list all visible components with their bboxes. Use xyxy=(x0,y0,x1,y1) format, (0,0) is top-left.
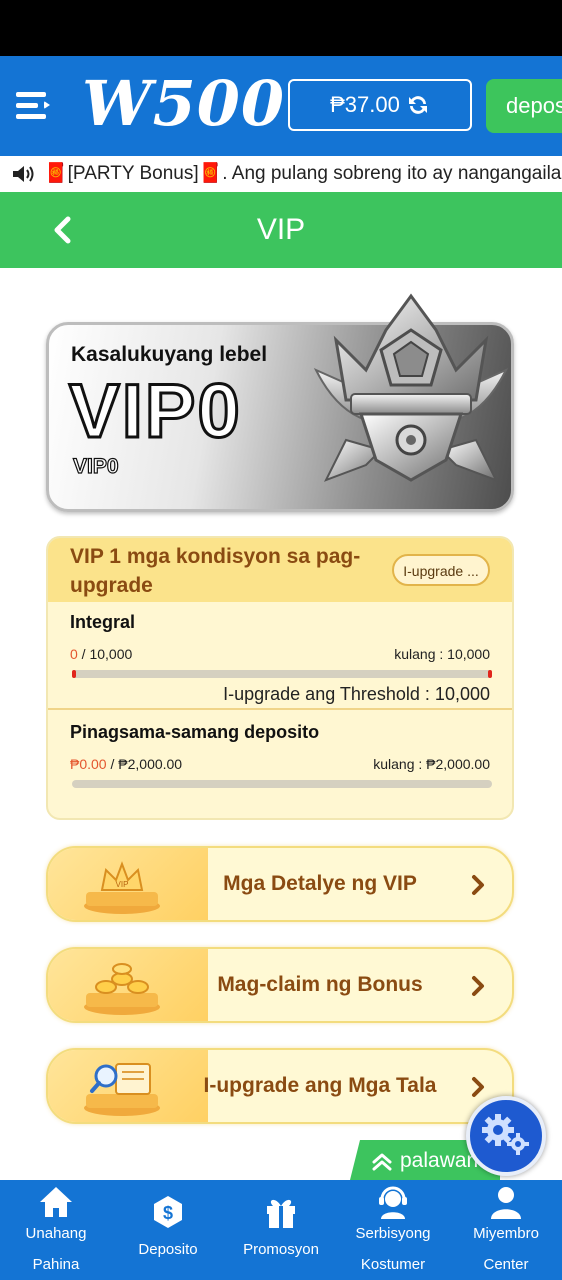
speaker-icon xyxy=(13,165,34,182)
deposit-current: ₱0.00 xyxy=(70,756,107,772)
bottom-navigation: Unahang Pahina $ Deposito Promosyon Serb… xyxy=(0,1180,562,1280)
current-level-value: VIP0 xyxy=(68,368,242,456)
home-icon xyxy=(40,1187,72,1217)
nav-deposit-label: Deposito xyxy=(138,1241,198,1258)
dollar-badge-icon: $ xyxy=(154,1196,182,1228)
integral-remaining: kulang : 10,000 xyxy=(394,646,490,662)
nav-promotion-label: Promosyon xyxy=(243,1241,319,1258)
conditions-divider xyxy=(48,708,512,710)
integral-progress-bar xyxy=(72,670,492,678)
integral-progress-text: 0 / 10,000 xyxy=(70,646,132,662)
user-icon xyxy=(491,1187,521,1219)
nav-home-label-line1: Unahang xyxy=(25,1225,87,1242)
upgrade-records-button[interactable]: I-upgrade ang Mga Tala xyxy=(46,1048,514,1124)
upgrade-records-label: I-upgrade ang Mga Tala xyxy=(203,1074,437,1097)
nav-home-label-line2: Pahina xyxy=(32,1256,80,1273)
nav-member-center[interactable]: Miyembro Center xyxy=(450,1180,562,1280)
integral-target: / 10,000 xyxy=(77,646,133,662)
vip-crown-podium-icon: VIP xyxy=(84,861,160,914)
integral-progress-end-marker xyxy=(488,670,492,678)
settings-fab[interactable] xyxy=(466,1096,546,1176)
deposit-button[interactable]: deposit xyxy=(486,79,562,133)
claim-bonus-button[interactable]: Mag-claim ng Bonus xyxy=(46,947,514,1023)
upgrade-conditions-panel: VIP 1 mga kondisyon sa pag-upgrade I-upg… xyxy=(46,536,514,820)
document-magnifier-icon xyxy=(84,1063,160,1116)
top-bar: W500 ₱37.00 deposit xyxy=(0,56,562,156)
brand-logo[interactable]: W500 xyxy=(82,68,285,140)
claim-bonus-label: Mag-claim ng Bonus xyxy=(217,973,423,996)
current-level-subtitle: VIP0 xyxy=(72,454,119,478)
hamburger-menu-icon[interactable] xyxy=(16,88,52,124)
chevron-right-icon xyxy=(472,976,484,996)
nav-home[interactable]: Unahang Pahina xyxy=(0,1180,112,1280)
integral-progress-start-marker xyxy=(72,670,76,678)
upgrade-threshold: I-upgrade ang Threshold : 10,000 xyxy=(223,684,490,704)
deposit-remaining: kulang : ₱2,000.00 xyxy=(373,756,490,772)
announcement-marquee[interactable]: 🧧[PARTY Bonus]🧧. Ang pulang sobreng ito … xyxy=(0,156,562,192)
nav-member-center-label-line2: Center xyxy=(483,1256,529,1273)
marquee-text: 🧧[PARTY Bonus]🧧. Ang pulang sobreng ito … xyxy=(44,163,562,184)
deposit-progress-text: ₱0.00 / ₱2,000.00 xyxy=(70,756,182,772)
conditions-title: VIP 1 mga kondisyon sa pag-upgrade xyxy=(70,545,361,597)
page-header: VIP xyxy=(0,192,562,268)
conditions-header: VIP 1 mga kondisyon sa pag-upgrade I-upg… xyxy=(48,538,512,602)
deposit-label: Pinagsama-samang deposito xyxy=(70,722,320,742)
current-level-label: Kasalukuyang lebel xyxy=(71,343,268,366)
double-chevron-up-icon xyxy=(372,1153,392,1171)
silver-crown-badge-icon xyxy=(313,293,509,482)
coin-stack-icon xyxy=(84,963,160,1015)
nav-customer-service-label-line2: Kostumer xyxy=(360,1256,426,1273)
chevron-right-icon xyxy=(472,1077,484,1097)
nav-customer-service[interactable]: Serbisyong Kostumer xyxy=(337,1180,449,1280)
refresh-icon[interactable] xyxy=(406,93,430,117)
status-bar xyxy=(0,0,562,56)
headset-support-icon xyxy=(379,1186,407,1219)
integral-label: Integral xyxy=(70,612,136,632)
balance-button[interactable]: ₱37.00 xyxy=(288,79,472,131)
balance-amount: ₱37.00 xyxy=(330,92,400,117)
gift-icon xyxy=(267,1199,295,1228)
upgrade-button[interactable]: I-upgrade ... xyxy=(392,554,490,586)
nav-member-center-label-line1: Miyembro xyxy=(473,1225,539,1242)
nav-deposit[interactable]: $ Deposito xyxy=(112,1180,224,1280)
nav-customer-service-label-line1: Serbisyong xyxy=(355,1225,431,1242)
vip-details-button[interactable]: VIP Mga Detalye ng VIP xyxy=(46,846,514,922)
svg-text:VIP: VIP xyxy=(116,880,129,889)
integral-current: 0 xyxy=(70,646,78,662)
chevron-right-icon xyxy=(472,875,484,895)
page-title: VIP xyxy=(256,213,306,246)
vip-details-label: Mga Detalye ng VIP xyxy=(223,872,417,895)
gears-icon xyxy=(482,1114,529,1155)
deposit-target: / ₱2,000.00 xyxy=(106,756,183,772)
nav-promotion[interactable]: Promosyon xyxy=(225,1180,337,1280)
deposit-progress-bar xyxy=(72,780,492,788)
svg-text:$: $ xyxy=(163,1203,173,1223)
